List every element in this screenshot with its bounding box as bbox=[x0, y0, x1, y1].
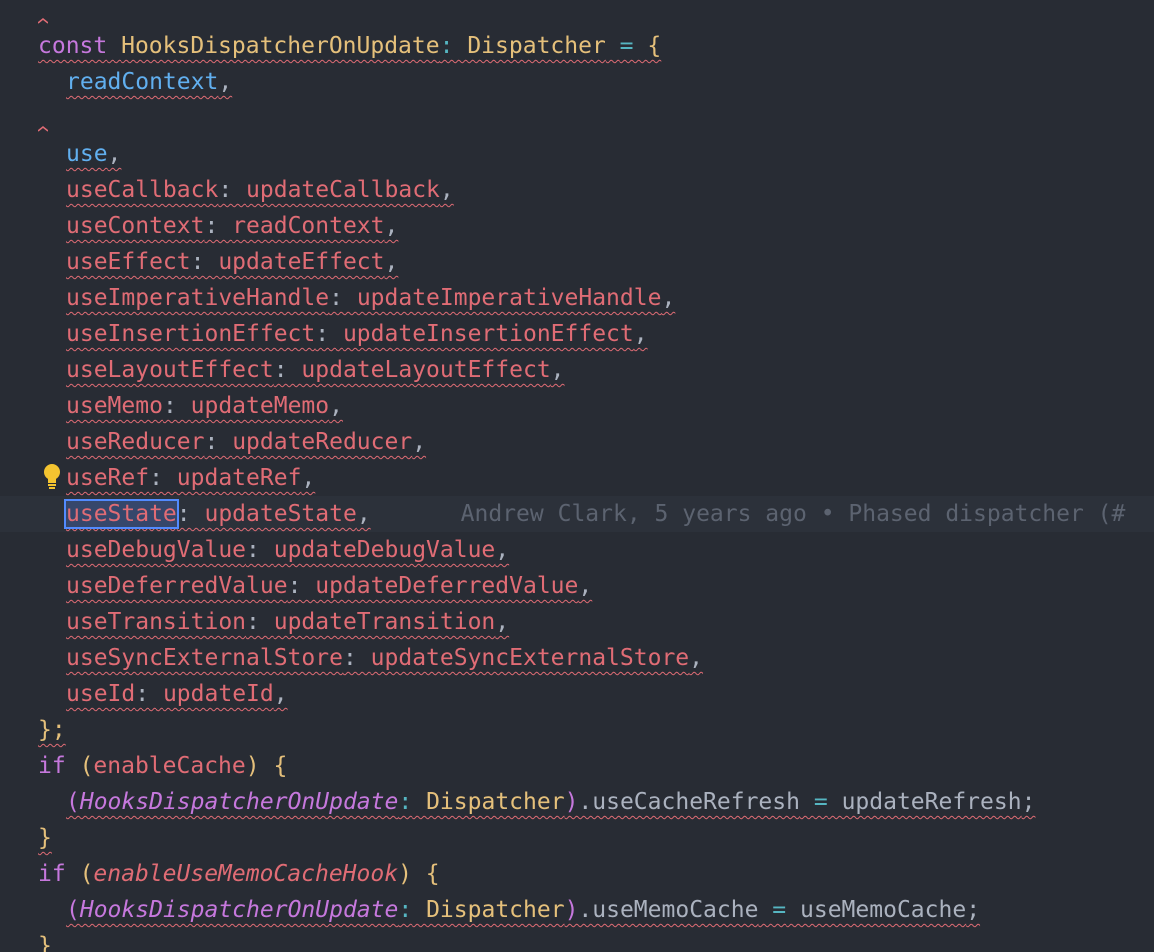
code-line-entry[interactable]: useImperativeHandle: updateImperativeHan… bbox=[38, 280, 675, 316]
type-name: Dispatcher bbox=[467, 33, 606, 59]
code-line-entry[interactable]: useDebugValue: updateDebugValue, bbox=[38, 532, 509, 568]
code-line-entry[interactable]: useCallback: updateCallback, bbox=[38, 172, 454, 208]
code-line-entry[interactable]: useMemo: updateMemo, bbox=[38, 388, 343, 424]
identifier: readContext bbox=[66, 69, 219, 95]
code-line-if-memo[interactable]: if (enableUseMemoCacheHook) { bbox=[38, 856, 440, 892]
code-line-entry[interactable]: useContext: readContext, bbox=[38, 208, 398, 244]
lightbulb-icon[interactable] bbox=[43, 464, 61, 490]
code-line-cache-body[interactable]: (HooksDispatcherOnUpdate: Dispatcher).us… bbox=[38, 784, 1035, 820]
code-line-entry[interactable]: useReducer: updateReducer, bbox=[38, 424, 426, 460]
code-line-memo-end[interactable]: } bbox=[38, 928, 52, 952]
code-editor[interactable]: const HooksDispatcherOnUpdate: Dispatche… bbox=[0, 0, 1154, 952]
code-line-entry[interactable]: useInsertionEffect: updateInsertionEffec… bbox=[38, 316, 648, 352]
code-line-entry[interactable]: useTransition: updateTransition, bbox=[38, 604, 509, 640]
code-line-entry[interactable]: useRef: updateRef, bbox=[38, 460, 315, 496]
code-line-2[interactable]: readContext, bbox=[38, 64, 232, 100]
code-line-current[interactable]: useState: updateState, Andrew Clark, 5 ye… bbox=[0, 496, 1154, 532]
code-line-entry[interactable]: useSyncExternalStore: updateSyncExternal… bbox=[38, 640, 703, 676]
punct-colon: : bbox=[439, 33, 454, 59]
code-line-4[interactable]: use, bbox=[38, 136, 121, 172]
code-line-entry[interactable]: useEffect: updateEffect, bbox=[38, 244, 398, 280]
operator-eq: = bbox=[619, 33, 634, 59]
identifier: HooksDispatcherOnUpdate bbox=[121, 33, 440, 59]
code-line-1[interactable]: const HooksDispatcherOnUpdate: Dispatche… bbox=[38, 28, 661, 64]
code-line-memo-body[interactable]: (HooksDispatcherOnUpdate: Dispatcher).us… bbox=[38, 892, 980, 928]
open-brace: { bbox=[647, 33, 662, 59]
keyword-const: const bbox=[38, 33, 108, 59]
error-marker-icon bbox=[38, 126, 48, 132]
code-line-entry[interactable]: useDeferredValue: updateDeferredValue, bbox=[38, 568, 592, 604]
identifier: use bbox=[66, 141, 108, 167]
error-marker-icon bbox=[38, 18, 48, 24]
code-line-entry[interactable]: useLayoutEffect: updateLayoutEffect, bbox=[38, 352, 565, 388]
code-line-if-cache[interactable]: if (enableCache) { bbox=[38, 748, 287, 784]
git-blame-annotation: Andrew Clark, 5 years ago • Phased dispa… bbox=[460, 501, 1126, 527]
selected-word[interactable]: useState bbox=[64, 499, 179, 529]
code-line-cache-end[interactable]: } bbox=[38, 820, 52, 856]
code-line-close[interactable]: }; bbox=[38, 712, 66, 748]
code-line-entry[interactable]: useId: updateId, bbox=[38, 676, 288, 712]
